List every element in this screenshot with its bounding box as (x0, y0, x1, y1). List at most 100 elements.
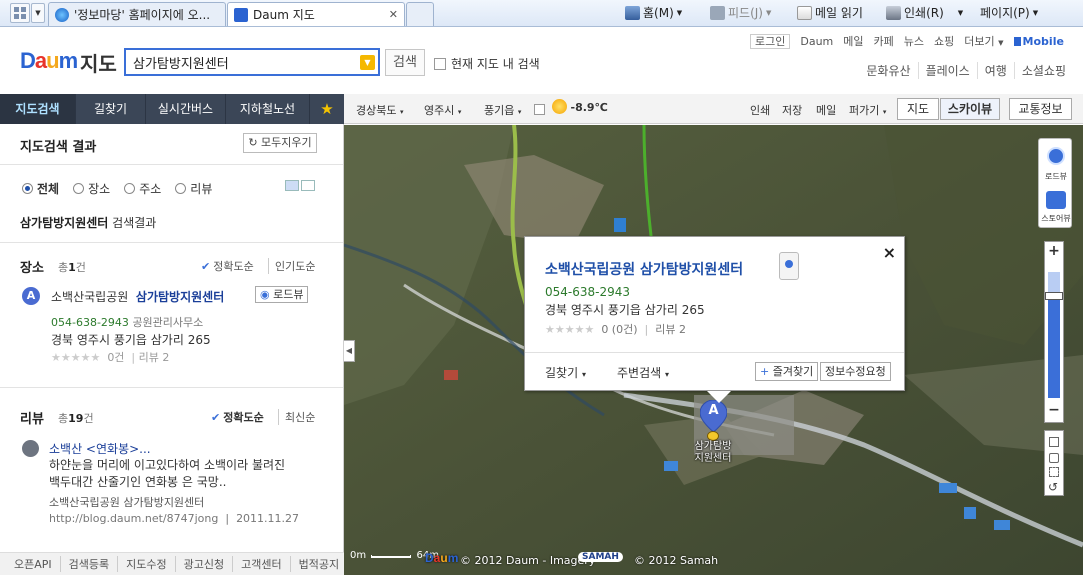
map-print-button[interactable]: 인쇄 (750, 102, 770, 118)
footer-legal[interactable]: 법적공지 (289, 556, 347, 572)
print-button[interactable]: 인쇄(R) ▼ (886, 4, 963, 21)
info-directions-button[interactable]: 길찾기 ▾ (545, 364, 586, 381)
traffic-info-button[interactable]: 교통정보 (1009, 98, 1072, 120)
info-roadview-icon[interactable] (779, 252, 799, 280)
detail-view-icon[interactable] (301, 180, 315, 191)
link-travel[interactable]: 여행 (976, 62, 1014, 79)
gnb-daum[interactable]: Daum (800, 35, 833, 48)
filter-address[interactable]: 주소 (124, 180, 161, 197)
close-icon[interactable]: × (883, 243, 896, 262)
map-share-button[interactable]: 퍼가기 ▾ (849, 102, 886, 118)
read-mail-button[interactable]: 메일 읽기 (797, 4, 863, 21)
weather-toggle[interactable] (534, 102, 545, 115)
printer-icon (886, 5, 901, 20)
review-source[interactable]: 소백산국립공원 삼가탐방지원센터 (49, 494, 204, 510)
current-map-search-checkbox[interactable] (434, 57, 446, 70)
gnb-cafe[interactable]: 카페 (874, 33, 894, 49)
autocomplete-toggle-icon[interactable]: ▼ (360, 55, 375, 70)
zoom-in-button[interactable]: + (1045, 243, 1063, 259)
tab-daum-map[interactable]: Daum 지도 ✕ (227, 2, 405, 26)
gnb-shopping[interactable]: 쇼핑 (934, 33, 954, 49)
radio-place[interactable] (73, 183, 85, 194)
info-review-count[interactable]: 리뷰 2 (655, 323, 686, 336)
review-snippet: 하얀눈을 머리에 이고있다하여 소백이라 불려진 백두대간 산줄기인 연화봉 은 … (49, 457, 329, 491)
clear-all-label: 모두지우기 (261, 136, 312, 149)
filter-place[interactable]: 장소 (73, 180, 110, 197)
region-town[interactable]: 풍기읍 ▾ (484, 102, 521, 118)
close-tab-icon[interactable]: ✕ (389, 8, 398, 21)
tab-map-search[interactable]: 지도검색 (0, 94, 76, 124)
review-url[interactable]: http://blog.daum.net/8747jong (49, 512, 218, 525)
radio-review[interactable] (175, 183, 187, 194)
daum-logo[interactable]: Daum (20, 48, 78, 74)
review-count[interactable]: 리뷰 2 (139, 351, 170, 364)
storeview-control-icon[interactable] (1046, 191, 1066, 209)
quick-tabs-icon[interactable] (10, 3, 30, 23)
footer-map-edit[interactable]: 지도수정 (117, 556, 174, 572)
page-menu-button[interactable]: 페이지(P) ▼ (980, 4, 1038, 21)
sort-accuracy-review[interactable]: ✔ 정확도순 (211, 409, 264, 425)
link-social-shopping[interactable]: 소셜쇼핑 (1013, 62, 1073, 79)
tab-jeongbomadang[interactable]: '정보마당' 홈페이지에 오... (48, 2, 226, 26)
radius-tool-icon[interactable] (1049, 467, 1059, 477)
link-heritage[interactable]: 문화유산 (859, 62, 917, 79)
gnb-more[interactable]: 더보기 ▼ (964, 33, 1003, 49)
edit-request-button[interactable]: 정보수정요청 (820, 362, 891, 381)
review-section-title: 리뷰 (20, 412, 44, 427)
new-tab-button[interactable] (406, 2, 434, 26)
footer-openapi[interactable]: 오픈API (0, 556, 60, 572)
zoom-out-button[interactable]: − (1045, 402, 1063, 418)
view-skyview-button[interactable]: 스카이뷰 (940, 98, 1000, 120)
sort-latest-review[interactable]: 최신순 (278, 409, 315, 425)
sort-popular-place[interactable]: 인기도순 (268, 258, 315, 274)
distance-tool-icon[interactable] (1049, 437, 1059, 447)
review-title-link[interactable]: 소백산 <연화봉>... (49, 440, 151, 457)
map-mail-button[interactable]: 메일 (816, 102, 836, 118)
radio-address[interactable] (124, 183, 136, 194)
place-name-link[interactable]: 소백산국립공원 삼가탐방지원센터 (51, 288, 224, 305)
info-window-pointer (707, 391, 731, 403)
gnb-mobile[interactable]: Mobile (1013, 35, 1064, 48)
gnb-news[interactable]: 뉴스 (904, 33, 924, 49)
list-view-icon[interactable] (285, 180, 299, 191)
current-map-search-option[interactable]: 현재 지도 내 검색 (434, 55, 540, 72)
search-input[interactable] (126, 50, 356, 74)
view-map-button[interactable]: 지도 (897, 98, 939, 120)
region-city[interactable]: 영주시 ▾ (424, 102, 461, 118)
scale-start: 0m (350, 550, 367, 561)
zoom-slider-handle[interactable] (1045, 292, 1063, 300)
login-button[interactable]: 로그인 (750, 33, 791, 49)
favorite-button[interactable]: + 즐겨찾기 (755, 362, 819, 381)
tab-realtime-bus[interactable]: 실시간버스 (146, 94, 226, 124)
favorites-star-icon[interactable]: ★ (310, 94, 344, 124)
filter-all[interactable]: 전체 (22, 180, 59, 197)
collapse-panel-button[interactable]: ◀ (344, 340, 355, 362)
tab-subway[interactable]: 지하철노선 (226, 94, 310, 124)
search-button[interactable]: 검색 (385, 49, 425, 76)
chevron-down-icon: ▾ (399, 108, 404, 116)
sort-accuracy-place[interactable]: ✔ 정확도순 (201, 258, 254, 274)
region-province[interactable]: 경상북도 ▾ (356, 102, 404, 118)
weather-checkbox[interactable] (534, 103, 545, 115)
link-place[interactable]: 플레이스 (917, 62, 977, 79)
gnb-mail[interactable]: 메일 (843, 33, 863, 49)
info-phone: 054-638-2943 (545, 285, 631, 299)
area-tool-icon[interactable] (1049, 453, 1059, 463)
map-save-button[interactable]: 저장 (782, 102, 802, 118)
roadview-button[interactable]: ◉ 로드뷰 (255, 286, 309, 303)
footer-register[interactable]: 검색등록 (59, 556, 117, 572)
place-marker-a-icon[interactable]: A (22, 287, 40, 305)
tab-list-chevron-icon[interactable]: ▼ (31, 3, 45, 23)
clear-all-button[interactable]: ↻ 모두지우기 (243, 133, 317, 153)
filter-review[interactable]: 리뷰 (175, 180, 212, 197)
reset-tool-icon[interactable]: ↺ (1048, 480, 1058, 494)
feeds-button[interactable]: 피드(J) ▼ (710, 4, 771, 21)
roadview-control-icon[interactable] (1047, 147, 1065, 165)
footer-support[interactable]: 고객센터 (232, 556, 289, 572)
radio-all[interactable] (22, 183, 33, 194)
info-nearby-button[interactable]: 주변검색 ▾ (617, 364, 669, 381)
footer-ads[interactable]: 광고신청 (174, 556, 232, 572)
info-title[interactable]: 소백산국립공원 삼가탐방지원센터 (545, 259, 743, 279)
home-button[interactable]: 홈(M) ▼ (625, 4, 682, 21)
tab-directions[interactable]: 길찾기 (76, 94, 146, 124)
